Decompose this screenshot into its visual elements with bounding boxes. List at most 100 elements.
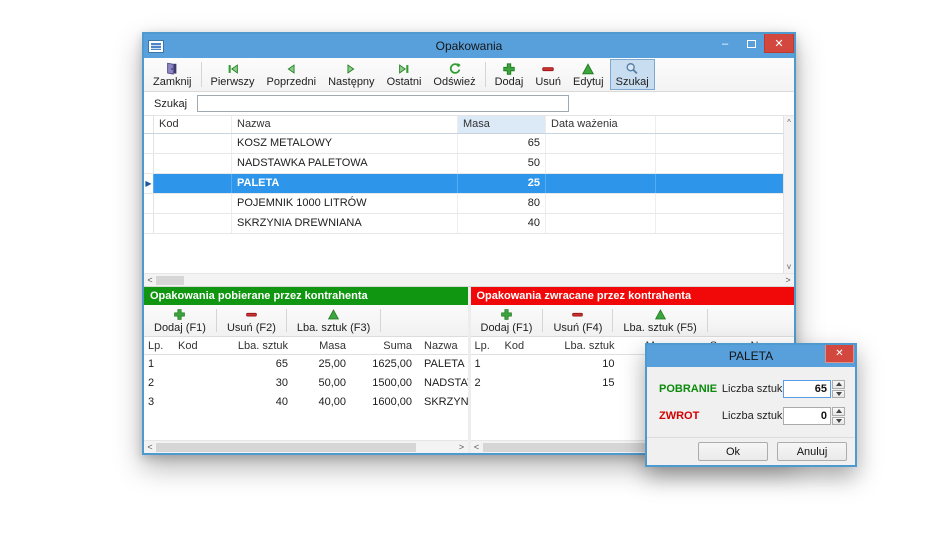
- row-marker-cell: ▶: [144, 174, 154, 193]
- grid-header-masa[interactable]: Masa: [458, 116, 546, 133]
- skip-first-icon: [226, 61, 240, 76]
- table-row[interactable]: 1 65 25,00 1625,00 PALETA: [144, 355, 468, 374]
- pobranie-value-input[interactable]: 65: [783, 380, 831, 398]
- minus-icon: [571, 308, 584, 322]
- stepper-down-button[interactable]: [832, 390, 845, 399]
- cell-lp: 3: [144, 393, 174, 412]
- col-lba-sztuk[interactable]: Lba. sztuk: [222, 337, 292, 354]
- scroll-left-icon[interactable]: <: [144, 442, 156, 452]
- grid-header-data-wazenia[interactable]: Data ważenia: [546, 116, 656, 133]
- grid-header-row: Kod Nazwa Masa Data ważenia: [144, 116, 783, 134]
- scroll-right-icon[interactable]: >: [782, 275, 794, 285]
- scrollbar-thumb[interactable]: [156, 276, 184, 285]
- col-kod[interactable]: Kod: [174, 337, 222, 354]
- col-masa[interactable]: Masa: [292, 337, 350, 354]
- stepper-buttons: [832, 407, 845, 425]
- dodaj-button[interactable]: Dodaj: [489, 59, 530, 90]
- zamknij-button[interactable]: Zamknij: [147, 59, 198, 90]
- scroll-right-icon[interactable]: >: [456, 442, 468, 452]
- zwrot-row: ZWROT Liczba sztuk 0: [659, 407, 845, 425]
- liczba-sztuk-label: Liczba sztuk: [722, 383, 783, 395]
- panel-taken-horizontal-scrollbar[interactable]: < >: [144, 440, 468, 453]
- zwrot-stepper: 0: [783, 407, 845, 425]
- grid-header-kod[interactable]: Kod: [154, 116, 232, 133]
- scroll-up-icon[interactable]: ^: [787, 118, 791, 127]
- grid-vertical-scrollbar[interactable]: ^ v: [783, 116, 794, 273]
- odswiez-button[interactable]: Odśwież: [427, 59, 481, 90]
- taken-lba-sztuk-button[interactable]: Lba. sztuk (F3): [289, 306, 378, 335]
- ostatni-button[interactable]: Ostatni: [381, 59, 428, 90]
- scrollbar-thumb[interactable]: [156, 443, 416, 452]
- col-suma[interactable]: Suma: [350, 337, 416, 354]
- returned-usun-button[interactable]: Usuń (F4): [545, 306, 610, 335]
- cell-masa: 50: [458, 154, 546, 173]
- close-icon: ✕: [835, 348, 843, 359]
- close-icon: ✕: [774, 37, 783, 50]
- ostatni-label: Ostatni: [387, 76, 422, 88]
- stepper-up-button[interactable]: [832, 380, 845, 389]
- grid-header-nazwa[interactable]: Nazwa: [232, 116, 458, 133]
- dialog-titlebar[interactable]: PALETA ✕: [647, 345, 855, 367]
- cell-lba: 65: [222, 355, 292, 374]
- table-row[interactable]: POJEMNIK 1000 LITRÓW 80: [144, 194, 783, 214]
- ok-button[interactable]: Ok: [698, 442, 768, 461]
- taken-usun-label: Usuń (F2): [227, 322, 276, 334]
- returned-lba-sztuk-button[interactable]: Lba. sztuk (F5): [615, 306, 704, 335]
- nastepny-label: Następny: [328, 76, 374, 88]
- nastepny-button[interactable]: Następny: [322, 59, 380, 90]
- col-lp[interactable]: Lp.: [144, 337, 174, 354]
- cell-filler: [656, 174, 783, 193]
- arrow-down-icon: [836, 392, 842, 396]
- arrow-up-icon: [836, 382, 842, 386]
- cell-kod: [174, 374, 222, 393]
- main-toolbar: Zamknij Pierwszy Poprzedni Następny Ost: [144, 58, 794, 92]
- table-row[interactable]: 2 30 50,00 1500,00 NADSTAWKA PALETOWA: [144, 374, 468, 393]
- col-lba-sztuk[interactable]: Lba. sztuk: [549, 337, 619, 354]
- usun-button[interactable]: Usuń: [529, 59, 567, 90]
- table-row[interactable]: SKRZYNIA DREWNIANA 40: [144, 214, 783, 234]
- dialog-title: PALETA: [729, 349, 773, 363]
- toolbar-separator: [612, 309, 613, 332]
- cell-filler: [656, 214, 783, 233]
- stepper-up-button[interactable]: [832, 407, 845, 416]
- cell-lba: 40: [222, 393, 292, 412]
- search-input[interactable]: [197, 95, 569, 112]
- table-row[interactable]: NADSTAWKA PALETOWA 50: [144, 154, 783, 174]
- col-kod[interactable]: Kod: [501, 337, 549, 354]
- table-row-selected[interactable]: ▶ PALETA 25: [144, 174, 783, 194]
- cell-kod: [154, 134, 232, 153]
- pierwszy-button[interactable]: Pierwszy: [205, 59, 261, 90]
- szukaj-button[interactable]: Szukaj: [610, 59, 655, 90]
- poprzedni-button[interactable]: Poprzedni: [261, 59, 323, 90]
- col-nazwa[interactable]: Nazwa: [416, 337, 468, 354]
- maximize-button[interactable]: [738, 34, 764, 53]
- arrow-up-icon: [836, 409, 842, 413]
- dialog-close-button[interactable]: ✕: [825, 345, 854, 363]
- scroll-left-icon[interactable]: <: [144, 275, 156, 285]
- returned-lba-sztuk-label: Lba. sztuk (F5): [623, 322, 696, 334]
- col-lp[interactable]: Lp.: [471, 337, 501, 354]
- anuluj-button[interactable]: Anuluj: [777, 442, 847, 461]
- cell-masa: 25: [458, 174, 546, 193]
- cell-suma: 1625,00: [350, 355, 416, 374]
- minimize-button[interactable]: –: [712, 34, 738, 53]
- grid-horizontal-scrollbar[interactable]: < >: [144, 273, 794, 286]
- scroll-left-icon[interactable]: <: [471, 442, 483, 452]
- taken-dodaj-button[interactable]: Dodaj (F1): [146, 306, 214, 335]
- table-row[interactable]: 3 40 40,00 1600,00 SKRZYNIA DREWNIANA: [144, 393, 468, 412]
- cell-data-wazenia: [546, 154, 656, 173]
- cell-kod: [501, 374, 549, 393]
- scroll-down-icon[interactable]: v: [787, 262, 791, 271]
- table-row[interactable]: KOSZ METALOWY 65: [144, 134, 783, 154]
- window-titlebar[interactable]: Opakowania – ✕: [144, 34, 794, 58]
- cell-masa: 65: [458, 134, 546, 153]
- returned-dodaj-button[interactable]: Dodaj (F1): [473, 306, 541, 335]
- stepper-down-button[interactable]: [832, 417, 845, 426]
- window-title: Opakowania: [144, 39, 794, 53]
- toolbar-separator: [380, 309, 381, 332]
- close-button[interactable]: ✕: [764, 34, 794, 53]
- edytuj-button[interactable]: Edytuj: [567, 59, 610, 90]
- zwrot-value-input[interactable]: 0: [783, 407, 831, 425]
- panel-returned-toolbar: Dodaj (F1) Usuń (F4) Lba. sztuk (F5): [471, 305, 795, 337]
- taken-usun-button[interactable]: Usuń (F2): [219, 306, 284, 335]
